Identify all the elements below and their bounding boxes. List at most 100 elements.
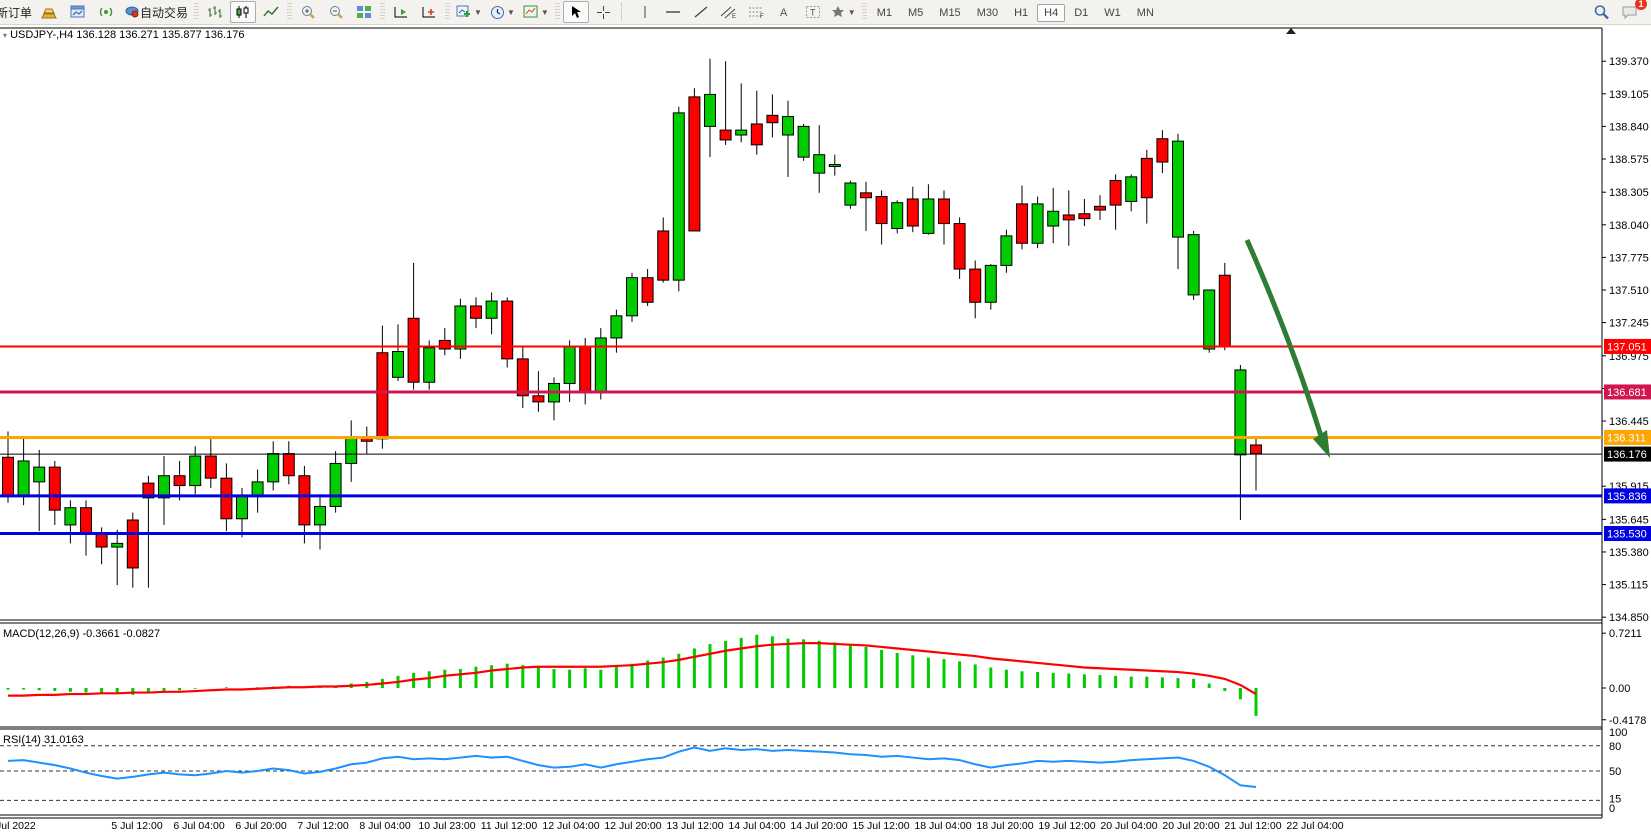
crosshair-tool-button[interactable] bbox=[591, 1, 617, 23]
svg-text:15 Jul 12:00: 15 Jul 12:00 bbox=[852, 820, 909, 830]
search-button[interactable] bbox=[1588, 1, 1614, 23]
svg-text:136.311: 136.311 bbox=[1607, 432, 1646, 444]
gold-chart-icon[interactable] bbox=[37, 1, 63, 23]
trendline-tool-button[interactable] bbox=[688, 1, 714, 23]
chevron-down-icon: ▼ bbox=[507, 8, 515, 17]
signal-icon[interactable] bbox=[93, 1, 119, 23]
chart-shift-marker bbox=[1286, 28, 1296, 34]
svg-text:134.850: 134.850 bbox=[1609, 612, 1649, 624]
svg-text:135.530: 135.530 bbox=[1607, 529, 1647, 541]
timeframe-button-d1[interactable]: D1 bbox=[1067, 4, 1095, 22]
svg-text:135.836: 135.836 bbox=[1607, 491, 1647, 503]
bar-chart-button[interactable] bbox=[202, 1, 228, 23]
svg-text:138.575: 138.575 bbox=[1609, 154, 1649, 166]
svg-text:138.040: 138.040 bbox=[1609, 220, 1649, 232]
toolbar-grip bbox=[445, 3, 450, 21]
bar-chart-icon bbox=[207, 5, 223, 19]
market-watch-icon[interactable] bbox=[65, 1, 91, 23]
rsi-line bbox=[8, 747, 1256, 786]
fibonacci-tool-button[interactable]: F bbox=[744, 1, 770, 23]
templates-button[interactable]: ▼ bbox=[520, 1, 552, 23]
svg-text:13 Jul 12:00: 13 Jul 12:00 bbox=[666, 820, 723, 830]
svg-text:12 Jul 20:00: 12 Jul 20:00 bbox=[604, 820, 661, 830]
svg-text:20 Jul 04:00: 20 Jul 04:00 bbox=[1100, 820, 1157, 830]
new-order-button[interactable]: 新订单 bbox=[0, 1, 35, 23]
svg-text:100: 100 bbox=[1609, 727, 1627, 739]
auto-scroll-button[interactable] bbox=[388, 1, 414, 23]
clock-icon bbox=[490, 5, 505, 20]
timeframe-button-h4[interactable]: H4 bbox=[1037, 4, 1065, 22]
toolbar-grip bbox=[287, 3, 292, 21]
svg-text:6 Jul 20:00: 6 Jul 20:00 bbox=[235, 820, 287, 830]
zoom-out-icon bbox=[328, 5, 344, 20]
zoom-in-button[interactable] bbox=[295, 1, 321, 23]
chart-window[interactable]: ▾ USDJPY-,H4 136.128 136.271 135.877 136… bbox=[0, 24, 1651, 830]
toolbar-grip bbox=[380, 3, 385, 21]
macd-indicator-label: MACD(12,26,9) -0.3661 -0.0827 bbox=[3, 628, 160, 640]
chart-canvas[interactable]: 139.370139.105138.840138.575138.305138.0… bbox=[0, 24, 1651, 830]
svg-text:18 Jul 20:00: 18 Jul 20:00 bbox=[976, 820, 1033, 830]
svg-text:-0.4178: -0.4178 bbox=[1609, 715, 1646, 727]
equidistant-channel-tool-button[interactable]: E bbox=[716, 1, 742, 23]
cursor-tool-button[interactable] bbox=[563, 1, 589, 23]
toolbar-grip bbox=[194, 3, 199, 21]
indicators-icon bbox=[456, 5, 472, 19]
timeframe-button-group: M1M5M15M30H1H4D1W1MN bbox=[869, 3, 1162, 21]
tile-windows-button[interactable] bbox=[351, 1, 377, 23]
svg-text:137.510: 137.510 bbox=[1609, 285, 1649, 297]
text-label-tool-button[interactable]: T bbox=[800, 1, 826, 23]
notifications-button[interactable]: 1 bbox=[1616, 1, 1642, 23]
chevron-down-icon: ▼ bbox=[848, 8, 856, 17]
horizontal-line-tool-button[interactable] bbox=[660, 1, 686, 23]
candlestick-chart-button[interactable] bbox=[230, 1, 256, 23]
svg-text:10 Jul 23:00: 10 Jul 23:00 bbox=[418, 820, 475, 830]
candlestick-chart-icon bbox=[235, 5, 251, 19]
svg-text:14 Jul 20:00: 14 Jul 20:00 bbox=[790, 820, 847, 830]
window-chart-icon bbox=[70, 5, 86, 19]
svg-text:12 Jul 04:00: 12 Jul 04:00 bbox=[542, 820, 599, 830]
auto-trading-icon bbox=[124, 5, 140, 19]
shapes-arrows-icon bbox=[831, 5, 846, 19]
indicators-button[interactable]: ▼ bbox=[453, 1, 485, 23]
symbol-marker-icon: ▾ bbox=[3, 31, 7, 40]
timeframe-button-mn[interactable]: MN bbox=[1130, 4, 1161, 22]
timeframe-button-m30[interactable]: M30 bbox=[970, 4, 1005, 22]
line-chart-button[interactable] bbox=[258, 1, 284, 23]
vertical-line-tool-button[interactable] bbox=[632, 1, 658, 23]
text-label-icon: T bbox=[805, 5, 821, 19]
svg-text:139.105: 139.105 bbox=[1609, 89, 1649, 101]
svg-text:18 Jul 04:00: 18 Jul 04:00 bbox=[914, 820, 971, 830]
svg-text:138.305: 138.305 bbox=[1609, 187, 1649, 199]
timeframe-button-m15[interactable]: M15 bbox=[932, 4, 967, 22]
toolbar-grip bbox=[862, 3, 867, 21]
svg-text:137.775: 137.775 bbox=[1609, 252, 1649, 264]
toolbar-separator bbox=[621, 3, 628, 21]
svg-text:136.681: 136.681 bbox=[1607, 387, 1647, 399]
timeframe-button-w1[interactable]: W1 bbox=[1097, 4, 1128, 22]
chart-shift-button[interactable] bbox=[416, 1, 442, 23]
main-toolbar: 新订单 自动交易 ▼ ▼ bbox=[0, 0, 1651, 25]
svg-text:T: T bbox=[810, 8, 816, 18]
svg-text:A: A bbox=[780, 7, 788, 19]
auto-trading-button[interactable]: 自动交易 bbox=[121, 1, 191, 23]
zoom-out-button[interactable] bbox=[323, 1, 349, 23]
periods-button[interactable]: ▼ bbox=[487, 1, 518, 23]
time-axis[interactable]: Jul 20225 Jul 12:006 Jul 04:006 Jul 20:0… bbox=[0, 820, 1344, 830]
rsi-indicator-label: RSI(14) 31.0163 bbox=[3, 734, 84, 746]
timeframe-button-m1[interactable]: M1 bbox=[870, 4, 899, 22]
svg-text:135.380: 135.380 bbox=[1609, 547, 1649, 559]
cursor-icon bbox=[569, 5, 582, 19]
timeframe-button-h1[interactable]: H1 bbox=[1007, 4, 1035, 22]
timeframe-button-m5[interactable]: M5 bbox=[901, 4, 930, 22]
gold-ingot-icon bbox=[41, 5, 59, 19]
vertical-line-icon bbox=[639, 5, 651, 19]
price-axis[interactable]: 139.370139.105138.840138.575138.305138.0… bbox=[1602, 56, 1651, 624]
bearish-projection-arrow[interactable] bbox=[1247, 240, 1330, 458]
auto-scroll-icon bbox=[393, 5, 409, 19]
svg-text:135.115: 135.115 bbox=[1609, 580, 1648, 592]
text-tool-button[interactable]: A bbox=[772, 1, 798, 23]
toolbar-grip bbox=[555, 3, 560, 21]
arrows-tool-button[interactable]: ▼ bbox=[828, 1, 859, 23]
svg-text:20 Jul 20:00: 20 Jul 20:00 bbox=[1162, 820, 1219, 830]
svg-text:7 Jul 12:00: 7 Jul 12:00 bbox=[297, 820, 349, 830]
